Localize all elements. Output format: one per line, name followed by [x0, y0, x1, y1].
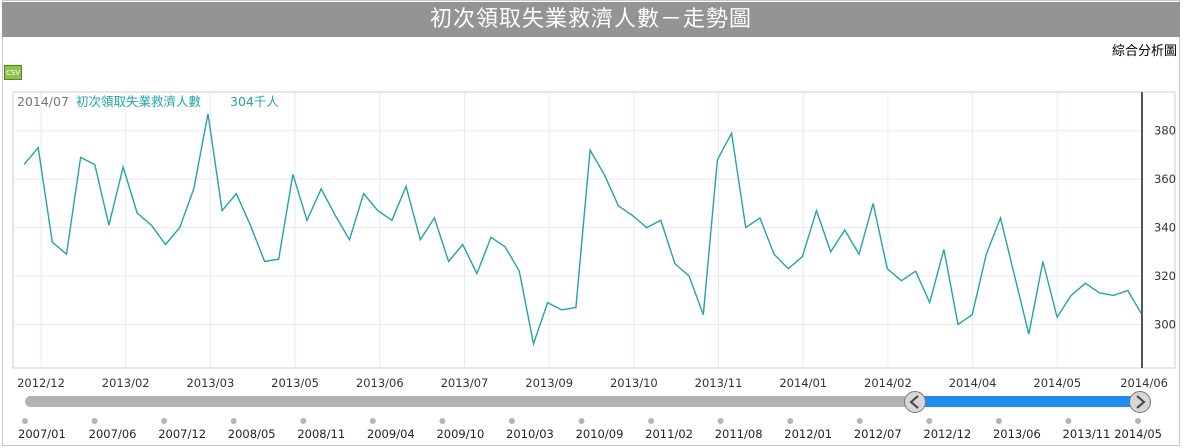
- x-tick-label: 2013/11: [695, 376, 743, 390]
- navigator-date-label: 2013/06: [993, 427, 1041, 441]
- navigator-tick-dot: [91, 418, 98, 424]
- x-tick-label: 2014/05: [1033, 376, 1081, 390]
- navigator-date-label: 2012/07: [854, 427, 902, 441]
- navigator-date-label: 2009/10: [436, 427, 484, 441]
- y-tick-label: 320: [1154, 269, 1176, 283]
- navigator-date-label: 2012/12: [923, 427, 971, 441]
- navigator-handle-left[interactable]: [904, 391, 926, 413]
- y-tick-label: 340: [1154, 221, 1176, 235]
- navigator-date-label: 2011/02: [645, 427, 693, 441]
- x-tick-label: 2014/04: [949, 376, 997, 390]
- navigator-tick-dot: [648, 418, 655, 424]
- x-tick-label: 2013/09: [525, 376, 573, 390]
- x-tick-label: 2013/02: [102, 376, 150, 390]
- tooltip-series-name: 初次領取失業救濟人數: [76, 94, 202, 109]
- navigator-tick-dot: [578, 418, 585, 424]
- y-tick-label: 300: [1154, 317, 1176, 331]
- x-tick-label: 2013/10: [610, 376, 658, 390]
- x-tick-label: 2013/05: [271, 376, 319, 390]
- navigator-tick-dot: [508, 418, 515, 424]
- navigator-date-label: 2010/09: [576, 427, 624, 441]
- navigator-tick-dot: [22, 418, 28, 424]
- x-tick-label: 2012/12: [17, 376, 65, 390]
- x-tick-label: 2013/03: [186, 376, 234, 390]
- navigator-date-label: 2012/01: [784, 427, 832, 441]
- tooltip-date: 2014/07: [17, 94, 69, 109]
- navigator-tick-dot: [717, 418, 724, 424]
- navigator-tick-dot: [369, 418, 376, 424]
- navigator-tick-dot: [161, 418, 168, 424]
- navigator-date-label: 2010/03: [506, 427, 554, 441]
- navigator-date-label: 2008/11: [297, 427, 345, 441]
- line-chart: 300 320 340 360 380 2012/12 2013/02 2013/03 201…: [12, 91, 1176, 441]
- navigator-date-label: 2007/12: [158, 427, 206, 441]
- navigator-tick-dot: [1135, 418, 1141, 424]
- x-tick-label: 2014/01: [779, 376, 827, 390]
- navigator-selection[interactable]: [915, 396, 1140, 407]
- navigator-date-label: 2011/08: [715, 427, 763, 441]
- x-tick-label: 2014/02: [864, 376, 912, 390]
- plot-area: [12, 91, 1176, 369]
- navigator-date-label: 2013/11: [1063, 427, 1111, 441]
- navigator-date-label: 2007/01: [18, 427, 66, 441]
- navigator-tick-dot: [787, 418, 794, 424]
- navigator-handle-right[interactable]: [1129, 391, 1151, 413]
- y-tick-label: 380: [1154, 124, 1176, 138]
- navigator-tick-dot: [1065, 418, 1072, 424]
- tooltip-value: 304千人: [230, 94, 279, 109]
- x-tick-label: 2014/06: [1120, 376, 1168, 390]
- navigator-tick-dot: [300, 418, 307, 424]
- navigator-tick-dot: [439, 418, 446, 424]
- x-tick-label: 2013/06: [356, 376, 404, 390]
- y-tick-label: 360: [1154, 172, 1176, 186]
- navigator-tick-dot: [995, 418, 1002, 424]
- navigator-date-label: 2008/05: [228, 427, 276, 441]
- navigator-date-label: 2007/06: [89, 427, 137, 441]
- navigator-date-label: 2014/05: [1114, 427, 1162, 441]
- navigator-tick-dot: [230, 418, 237, 424]
- navigator-tick-dot: [856, 418, 863, 424]
- x-tick-label: 2013/07: [441, 376, 489, 390]
- navigator-tick-dot: [926, 418, 933, 424]
- navigator-date-label: 2009/04: [367, 427, 415, 441]
